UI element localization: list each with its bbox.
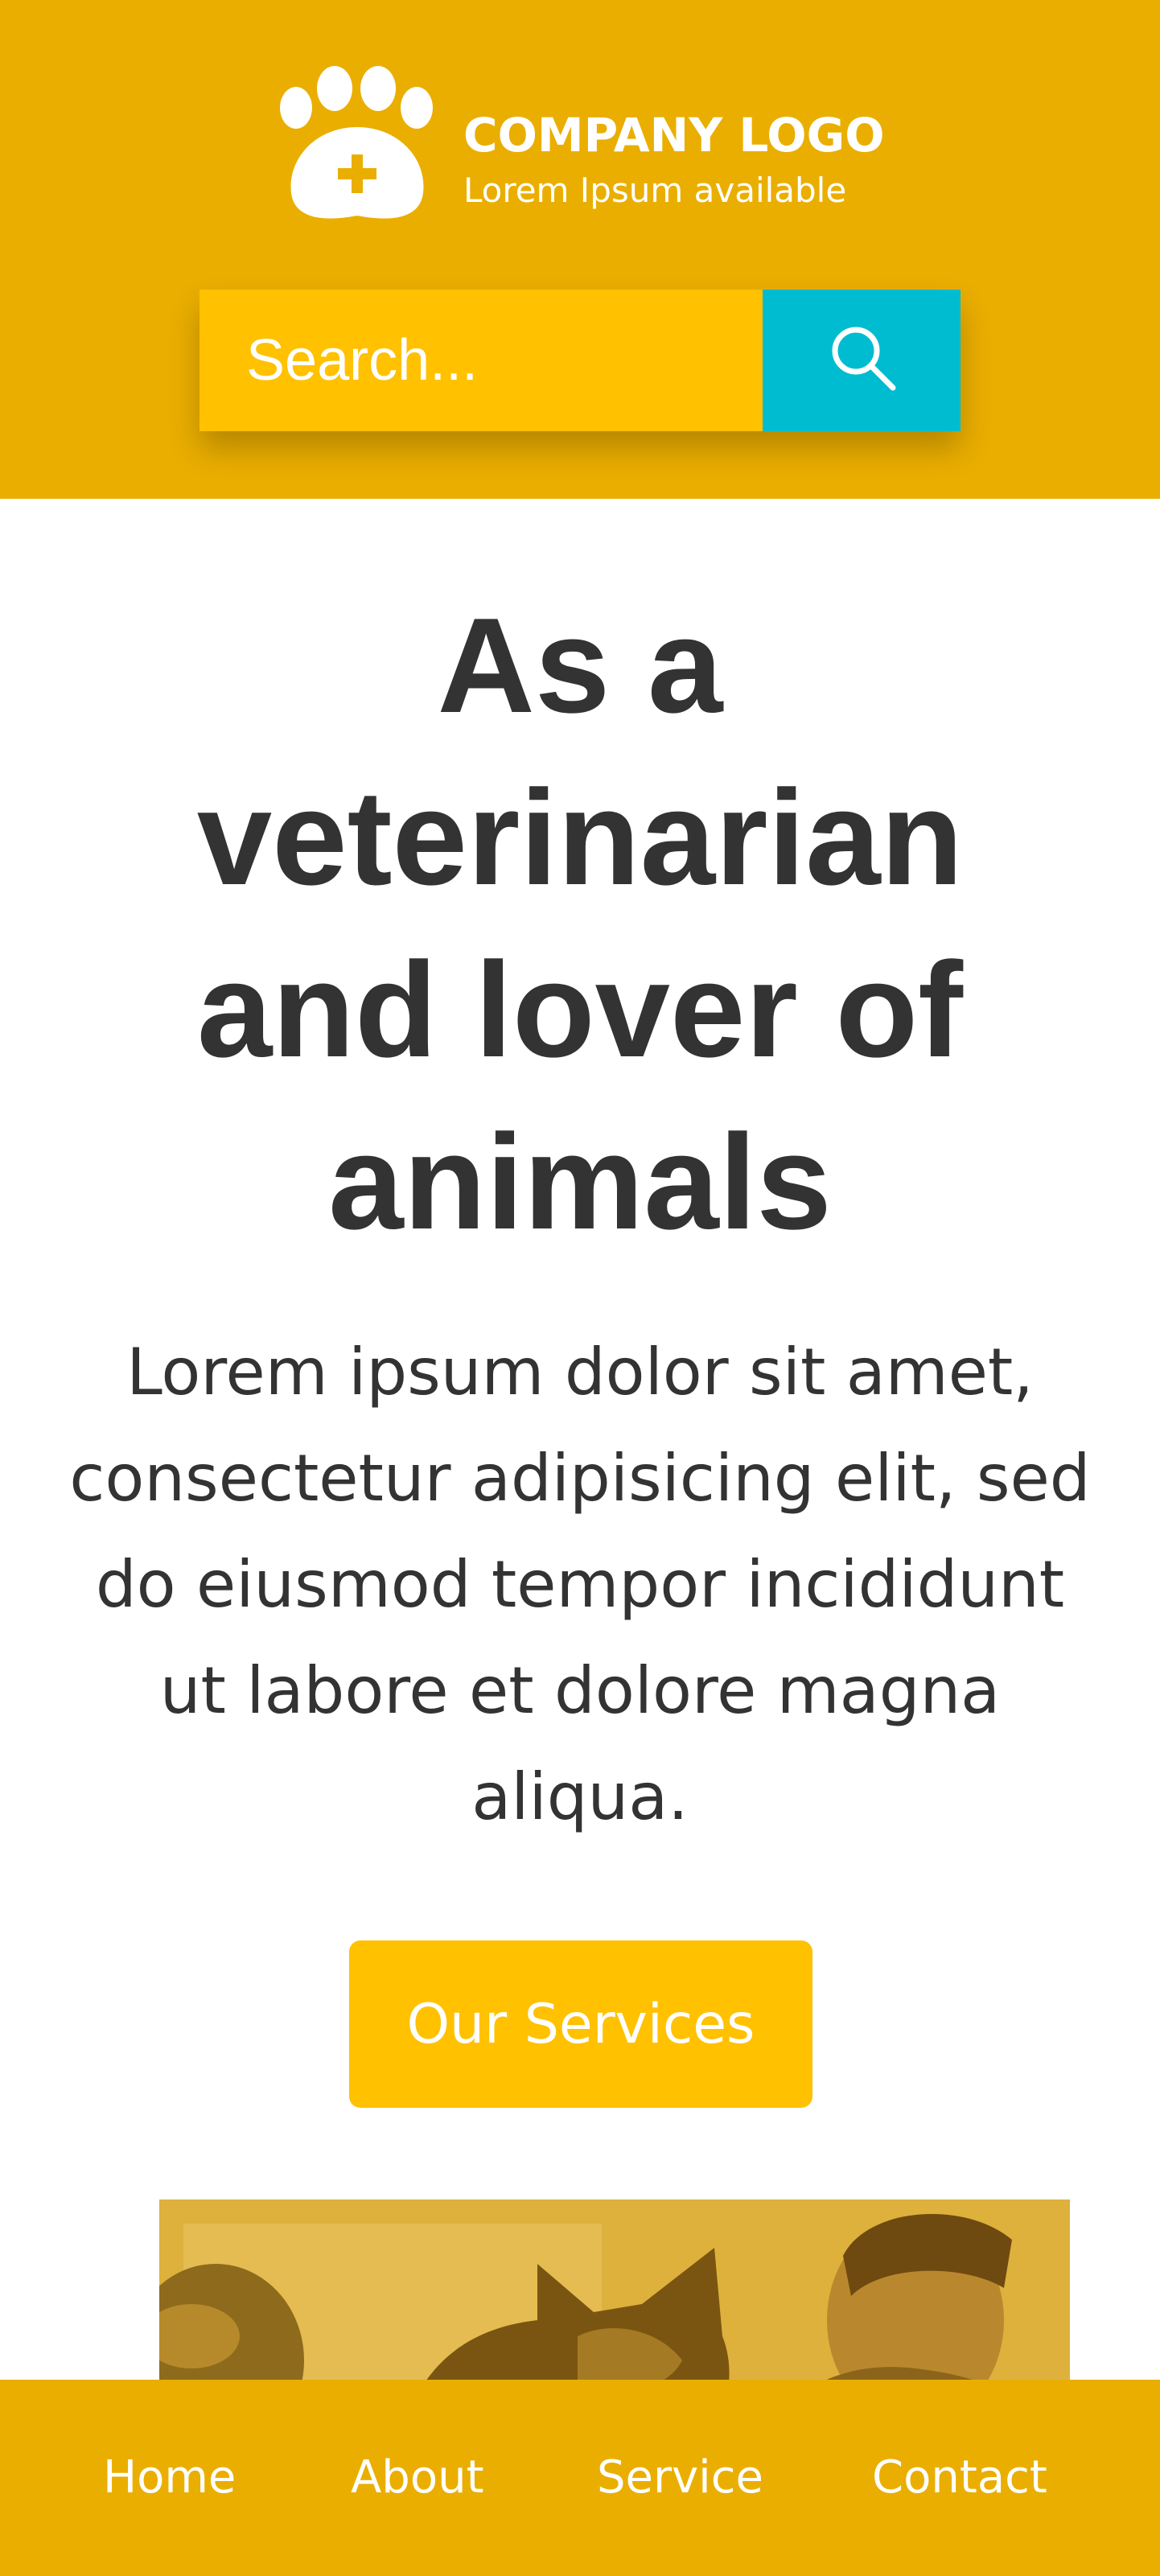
hero-description: Lorem ipsum dolor sit amet, consectetur … xyxy=(69,1335,1091,1834)
bottom-nav: Home About Service Contact xyxy=(0,2380,1160,2576)
search-input[interactable] xyxy=(200,290,763,431)
our-services-button[interactable]: Our Services xyxy=(349,1940,812,2108)
nav-service[interactable]: Service xyxy=(597,2380,763,2576)
logo-subtitle: Lorem Ipsum available xyxy=(463,171,847,210)
company-logo[interactable]: COMPANY LOGO Lorem Ipsum available xyxy=(278,64,890,233)
search-icon xyxy=(832,327,896,391)
logo-title: COMPANY LOGO xyxy=(463,108,885,163)
nav-contact[interactable]: Contact xyxy=(872,2380,1047,2576)
search-bar xyxy=(200,290,960,431)
search-button[interactable] xyxy=(763,290,960,431)
paw-plus-icon xyxy=(280,66,433,219)
hero-title: As a veterinarian and lover of animals xyxy=(196,590,964,1257)
site-header: COMPANY LOGO Lorem Ipsum available xyxy=(0,0,1160,499)
nav-home[interactable]: Home xyxy=(103,2380,236,2576)
nav-about[interactable]: About xyxy=(351,2380,484,2576)
